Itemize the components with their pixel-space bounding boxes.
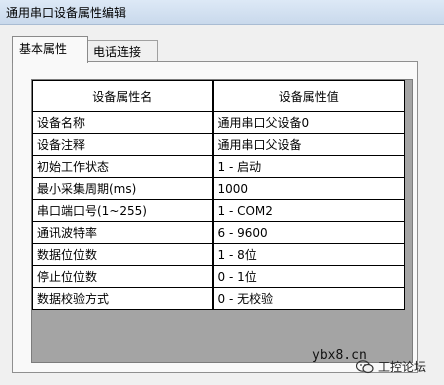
table-row[interactable]: 停止位位数 0 - 1位	[32, 265, 405, 288]
property-editor-window: 通用串口设备属性编辑 基本属性 电话连接 设备属性名 设备属性值 设备名称 通用…	[0, 0, 444, 385]
table-row[interactable]: 通讯波特率 6 - 9600	[32, 221, 405, 244]
grid-header-row: 设备属性名 设备属性值	[32, 80, 405, 112]
property-value-cell[interactable]: 1 - 启动	[211, 155, 405, 178]
tab-phone-connection[interactable]: 电话连接	[86, 40, 158, 63]
property-value-cell[interactable]: 1 - COM2	[211, 199, 405, 222]
property-name-cell[interactable]: 停止位位数	[32, 265, 213, 288]
property-value-cell[interactable]: 0 - 1位	[211, 265, 405, 288]
property-name-cell[interactable]: 初始工作状态	[32, 155, 213, 178]
window-title: 通用串口设备属性编辑	[6, 6, 127, 20]
property-name-cell[interactable]: 数据校验方式	[32, 287, 213, 310]
tab-panel: 设备属性名 设备属性值 设备名称 通用串口父设备0 设备注释 通用串口父设备 初…	[12, 61, 418, 373]
property-value-cell[interactable]: 0 - 无校验	[211, 287, 405, 310]
property-value-cell[interactable]: 1 - 8位	[211, 243, 405, 266]
property-name-cell[interactable]: 数据位位数	[32, 243, 213, 266]
forum-name: 工控论坛	[378, 360, 427, 374]
table-row[interactable]: 数据校验方式 0 - 无校验	[32, 287, 405, 310]
table-row[interactable]: 串口端口号(1~255) 1 - COM2	[32, 199, 405, 222]
forum-watermark: 工控论坛	[356, 358, 426, 375]
property-name-cell[interactable]: 串口端口号(1~255)	[32, 199, 213, 222]
tab-basic-properties[interactable]: 基本属性	[12, 36, 88, 63]
table-row[interactable]: 数据位位数 1 - 8位	[32, 243, 405, 266]
property-value-cell[interactable]: 6 - 9600	[211, 221, 405, 244]
table-row[interactable]: 初始工作状态 1 - 启动	[32, 155, 405, 178]
property-name-cell[interactable]: 最小采集周期(ms)	[32, 177, 213, 200]
property-value-cell[interactable]: 通用串口父设备0	[211, 111, 405, 134]
table-row[interactable]: 设备名称 通用串口父设备0	[32, 111, 405, 134]
property-name-cell[interactable]: 设备注释	[32, 133, 213, 156]
property-name-cell[interactable]: 设备名称	[32, 111, 213, 134]
property-value-cell[interactable]: 1000	[211, 177, 405, 200]
property-grid: 设备属性名 设备属性值 设备名称 通用串口父设备0 设备注释 通用串口父设备 初…	[32, 80, 405, 310]
table-row[interactable]: 设备注释 通用串口父设备	[32, 133, 405, 156]
property-name-cell[interactable]: 通讯波特率	[32, 221, 213, 244]
wechat-icon	[356, 359, 374, 373]
column-header-value[interactable]: 设备属性值	[211, 80, 405, 112]
property-value-cell[interactable]: 通用串口父设备	[211, 133, 405, 156]
column-header-name[interactable]: 设备属性名	[32, 80, 213, 112]
grid-area: 设备属性名 设备属性值 设备名称 通用串口父设备0 设备注释 通用串口父设备 初…	[31, 79, 413, 363]
title-bar[interactable]: 通用串口设备属性编辑	[0, 0, 444, 25]
table-row[interactable]: 最小采集周期(ms) 1000	[32, 177, 405, 200]
